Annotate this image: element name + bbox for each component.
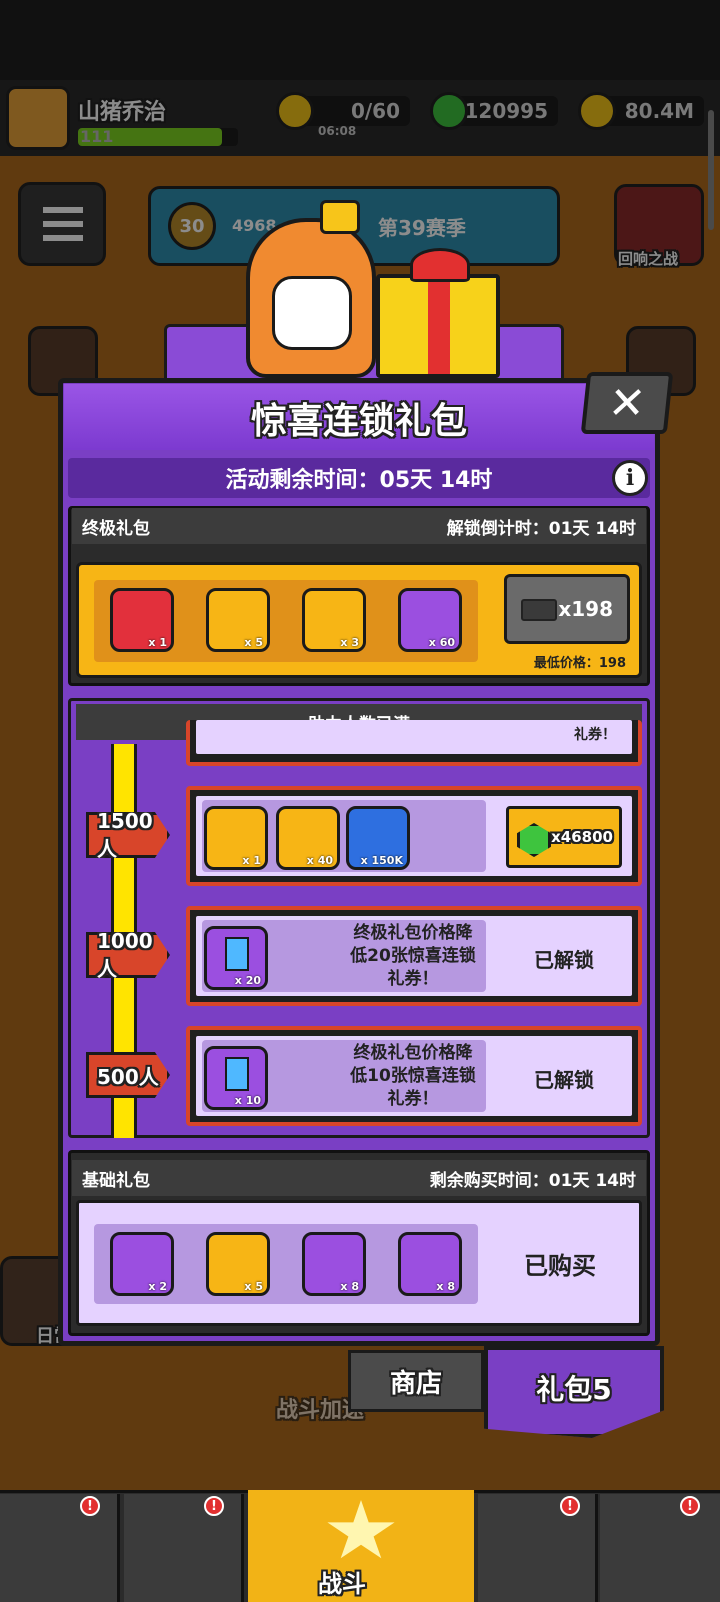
close-icon: ✕	[605, 377, 649, 429]
tier-badge-1500: 1500人	[86, 812, 170, 858]
item-qty: x 8	[436, 1280, 455, 1293]
nav-talent[interactable]	[478, 1494, 598, 1602]
status-bar	[0, 0, 720, 80]
tab-gift-label: 礼包5	[536, 1373, 612, 1406]
nav-evolve[interactable]	[600, 1494, 720, 1602]
nav-shop[interactable]	[0, 1494, 120, 1602]
close-button[interactable]: ✕	[580, 372, 674, 434]
key-icon[interactable]: x 8	[302, 1232, 366, 1296]
info-button[interactable]: i	[612, 460, 648, 496]
tier-partial: 礼券！	[186, 720, 642, 766]
item-qty: x 10	[234, 1094, 261, 1107]
tier-1500-buy-button[interactable]: x46800	[506, 806, 622, 868]
gift-box-icon	[376, 248, 500, 378]
tier-1000-desc: 终极礼包价格降 低20张惊喜连锁 礼券！	[328, 922, 498, 991]
ultimate-pack-title: 终极礼包	[82, 518, 150, 539]
tier-badge-text: 1000人	[97, 928, 153, 981]
tier-badge-500: 500人	[86, 1052, 170, 1098]
tier-1000-status: 已解锁	[534, 948, 594, 972]
tier-partial-text: 礼券！	[574, 727, 616, 743]
ultimate-pack-header: 终极礼包 解锁倒计时：01天 14时	[72, 508, 646, 544]
tab-shop-label: 商店	[389, 1368, 442, 1399]
modal-title: 惊喜连锁礼包	[250, 401, 467, 442]
nav-battle[interactable]: 战斗	[248, 1490, 474, 1602]
tier-1500-price: x46800	[551, 828, 613, 846]
lion-coin-icon[interactable]: x 150K	[346, 806, 410, 870]
event-time-left: 活动剩余时间：05天 14时	[68, 458, 650, 498]
item-qty: x 2	[148, 1280, 167, 1293]
item-qty: x 150K	[360, 854, 403, 867]
diamond-chest-icon[interactable]: x 1	[204, 806, 268, 870]
emblem-icon[interactable]: x 2	[110, 1232, 174, 1296]
game-screen: 山猪乔治 111 0/60 06:08 120995 80.4M 30 4968…	[0, 0, 720, 1602]
tier-desc-line: 终极礼包价格降	[353, 1043, 473, 1063]
tier-desc-line: 低10张惊喜连锁	[350, 1066, 476, 1086]
discount-voucher-icon[interactable]: x 10	[204, 1046, 268, 1110]
item-qty: x 1	[148, 636, 167, 649]
tab-shop[interactable]: 商店	[348, 1350, 484, 1412]
gear-chest-icon[interactable]: x 3	[302, 588, 366, 652]
tier-desc-line: 礼券！	[387, 1089, 439, 1109]
alert-badge: !	[560, 1496, 580, 1516]
tier-badge-text: 500人	[97, 1064, 159, 1089]
key-icon[interactable]: x 60	[398, 588, 462, 652]
ticket-icon	[521, 599, 557, 621]
star-icon	[327, 1500, 395, 1559]
red-chest-icon[interactable]: x 1	[110, 588, 174, 652]
item-qty: x 5	[244, 1280, 263, 1293]
gold-chest-icon[interactable]: x 5	[206, 588, 270, 652]
item-qty: x 20	[234, 974, 261, 987]
alert-badge: !	[680, 1496, 700, 1516]
item-qty: x 40	[306, 854, 333, 867]
item-qty: x 60	[428, 636, 455, 649]
basic-pack-status: 已购买	[524, 1252, 596, 1280]
tier-desc-line: 终极礼包价格降	[353, 923, 473, 943]
event-time-left-text: 活动剩余时间：05天 14时	[225, 468, 493, 493]
item-qty: x 8	[340, 1280, 359, 1293]
tier-desc-line: 礼券！	[387, 969, 439, 989]
gear-weapon-icon[interactable]: x 40	[276, 806, 340, 870]
nav-armory[interactable]	[124, 1494, 244, 1602]
ultimate-pack-countdown: 解锁倒计时：01天 14时	[446, 518, 636, 539]
tier-desc-line: 低20张惊喜连锁	[350, 946, 476, 966]
alert-badge: !	[80, 1496, 100, 1516]
tier-badge-text: 1500人	[97, 808, 153, 861]
alert-badge: !	[204, 1496, 224, 1516]
ultimate-buy-button[interactable]: x198	[504, 574, 630, 644]
basic-pack-header: 基础礼包 剩余购买时间：01天 14时	[72, 1160, 646, 1196]
character-mascot-icon	[246, 200, 376, 378]
info-icon: i	[625, 465, 635, 491]
gem-icon	[517, 823, 551, 857]
basic-pack-countdown: 剩余购买时间：01天 14时	[429, 1170, 636, 1191]
discount-voucher-icon[interactable]: x 20	[204, 926, 268, 990]
gear-chest-icon[interactable]: x 5	[206, 1232, 270, 1296]
tier-badge-1000: 1000人	[86, 932, 170, 978]
basic-pack-title: 基础礼包	[82, 1170, 150, 1191]
ultimate-price: x198	[558, 597, 613, 621]
nav-battle-label: 战斗	[318, 1570, 366, 1598]
item-qty: x 1	[242, 854, 261, 867]
item-qty: x 5	[244, 636, 263, 649]
ultimate-min-price: 最低价格：198	[533, 656, 626, 671]
key-icon[interactable]: x 8	[398, 1232, 462, 1296]
item-qty: x 3	[340, 636, 359, 649]
tier-500-status: 已解锁	[534, 1068, 594, 1092]
tier-500-desc: 终极礼包价格降 低10张惊喜连锁 礼券！	[328, 1042, 498, 1111]
